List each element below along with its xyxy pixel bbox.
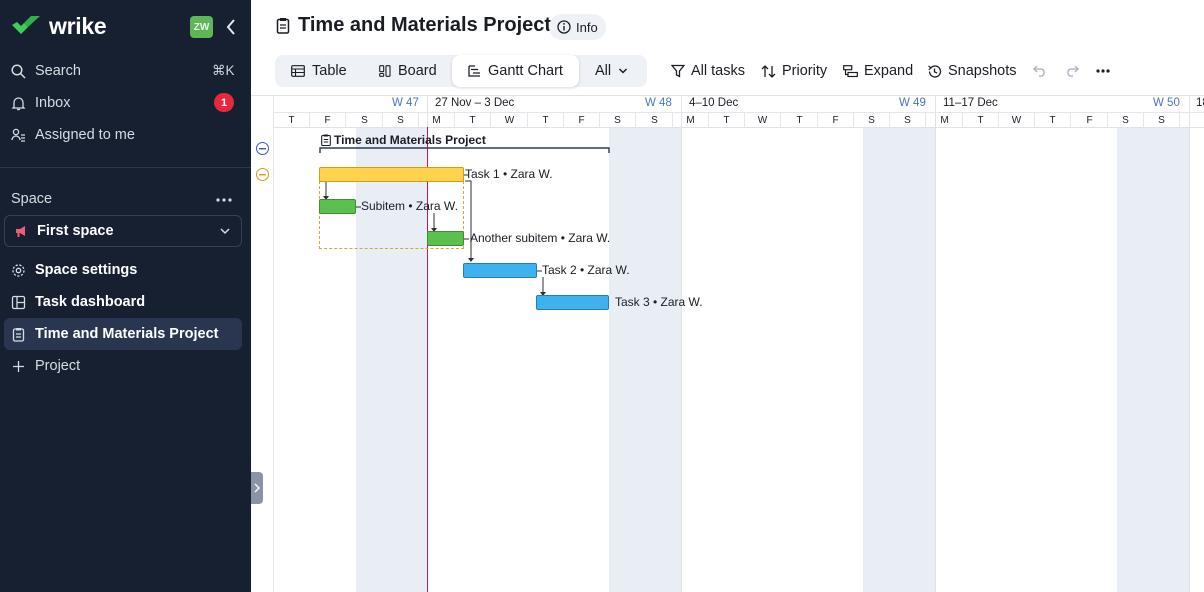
label-connectors (356, 174, 542, 272)
sidebar-item-label: Project (35, 358, 81, 374)
view-tabs: Table Board Gantt Chart All (275, 55, 647, 87)
page-header: Time and Materials Project (276, 14, 551, 37)
logo-text: wrike (49, 13, 107, 39)
table-icon (291, 65, 305, 77)
expand-button[interactable]: Expand (843, 60, 913, 82)
board-icon (379, 65, 391, 77)
bell-icon (11, 96, 26, 110)
wrike-logo[interactable]: wrike (11, 13, 107, 40)
sidebar-item-label: Task dashboard (35, 294, 146, 310)
info-button[interactable]: Info (549, 14, 606, 40)
sidebar-inbox[interactable]: Inbox (11, 92, 70, 114)
tab-board[interactable]: Board (379, 55, 437, 87)
sort-button[interactable]: Priority (761, 60, 827, 82)
more-options-button[interactable] (1093, 61, 1113, 81)
space-section-label: Space (11, 191, 53, 207)
filter-button[interactable]: All tasks (671, 60, 745, 82)
tab-label: Board (398, 63, 437, 79)
gantt-chart: W 47 27 Nov – 3 Dec W 48 4–10 Dec W 49 1… (251, 95, 1204, 592)
tab-label: All (595, 63, 612, 79)
assigned-label: Assigned to me (35, 127, 135, 143)
clipboard-icon (276, 18, 290, 34)
megaphone-icon (16, 226, 25, 237)
gear-icon (12, 263, 25, 277)
tab-gantt-chart[interactable]: Gantt Chart (452, 55, 579, 87)
undo-icon (1032, 65, 1045, 77)
history-icon (928, 64, 942, 78)
space-selector-name: First space (37, 223, 114, 239)
sidebar-search[interactable]: Search (11, 60, 81, 82)
sidebar-divider (0, 167, 251, 168)
snapshots-label: Snapshots (948, 63, 1017, 79)
inbox-count-badge: 1 (214, 93, 234, 112)
sidebar-item-label: Time and Materials Project (35, 326, 219, 342)
redo-icon (1066, 65, 1079, 77)
avatar[interactable]: ZW (190, 16, 213, 38)
collapse-sidebar-button[interactable] (222, 17, 240, 37)
clipboard-icon (12, 327, 25, 342)
inbox-label: Inbox (35, 95, 71, 111)
filter-label: All tasks (691, 63, 745, 79)
expand-icon (843, 64, 858, 77)
sidebar-item-add-project[interactable]: Project (11, 355, 80, 377)
snapshots-button[interactable]: Snapshots (927, 60, 1017, 82)
tab-label: Gantt Chart (488, 63, 563, 79)
sidebar: wrike ZW Search ⌘K Inbox 1 Assigned to m… (0, 0, 251, 592)
gantt-icon (468, 65, 480, 77)
page-title: Time and Materials Project (298, 14, 552, 36)
space-selector[interactable]: First space (4, 215, 242, 247)
space-more-button[interactable] (214, 191, 234, 209)
tab-label: Table (312, 63, 347, 79)
tab-all-views[interactable]: All (595, 55, 628, 87)
info-icon (557, 20, 571, 34)
sidebar-item-task-dashboard[interactable]: Task dashboard (11, 291, 145, 313)
plus-icon (13, 360, 24, 372)
info-label: Info (576, 19, 598, 35)
redo-button[interactable] (1061, 61, 1081, 81)
undo-button[interactable] (1030, 61, 1050, 81)
more-horizontal-icon (216, 198, 232, 202)
sort-icon (761, 64, 776, 78)
dashboard-icon (11, 295, 26, 309)
sidebar-assigned[interactable]: Assigned to me (11, 124, 135, 146)
sidebar-item-time-and-materials-project[interactable]: Time and Materials Project (11, 323, 218, 345)
search-label: Search (35, 63, 81, 79)
wrike-check-icon (12, 15, 40, 34)
expand-label: Expand (864, 63, 914, 79)
search-icon (11, 63, 26, 79)
chevron-left-icon (226, 19, 235, 35)
chevron-down-icon (220, 228, 230, 235)
filter-icon (671, 64, 685, 78)
more-horizontal-icon (1096, 69, 1110, 73)
assigned-user-icon (11, 128, 25, 142)
sidebar-item-space-settings[interactable]: Space settings (11, 259, 137, 281)
chevron-down-icon (619, 68, 628, 74)
sort-label: Priority (782, 63, 828, 79)
sidebar-item-label: Space settings (35, 262, 138, 278)
tab-table[interactable]: Table (291, 55, 347, 87)
search-shortcut: ⌘K (212, 63, 235, 78)
